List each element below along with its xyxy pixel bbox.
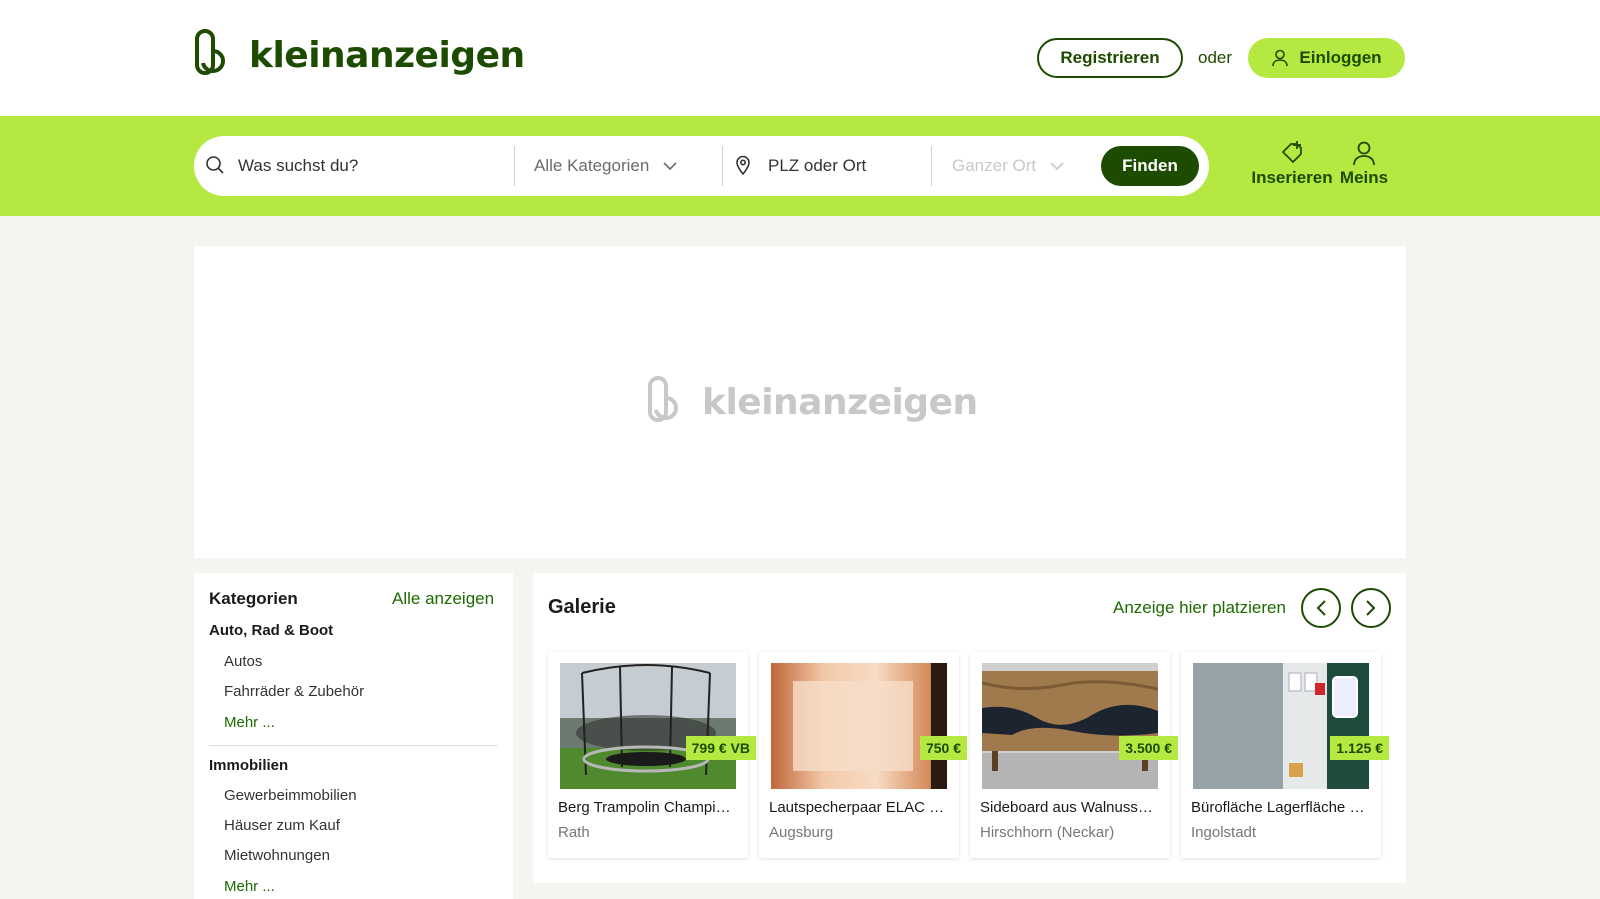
chevron-right-icon	[1366, 600, 1376, 616]
location-input[interactable]	[768, 150, 928, 182]
gallery-card[interactable]: 799 € VB Berg Trampolin Champi… Rath	[548, 652, 756, 858]
register-button[interactable]: Registrieren	[1037, 38, 1183, 78]
listing-location: Rath	[558, 824, 590, 841]
post-ad-button[interactable]: Inserieren	[1234, 140, 1350, 188]
listing-location: Hirschhorn (Neckar)	[980, 824, 1115, 841]
category-item[interactable]: Autos	[224, 653, 262, 670]
gallery-card[interactable]: 750 € Lautspecherpaar ELAC … Augsburg	[759, 652, 967, 858]
search-input[interactable]	[238, 150, 508, 182]
listing-image	[1193, 663, 1369, 789]
post-ad-label: Inserieren	[1251, 168, 1333, 187]
radius-select-value: Ganzer Ort	[952, 156, 1037, 175]
site-header: kleinanzeigen Registrieren oder Einlogge…	[0, 0, 1600, 116]
gallery-title: Galerie	[548, 596, 616, 618]
chevron-down-icon	[1050, 162, 1064, 171]
banner-logo: kleinanzeigen	[646, 376, 978, 428]
listing-price: 799 € VB	[685, 736, 756, 760]
category-select-value: Alle Kategorien	[534, 156, 650, 175]
category-more-link[interactable]: Mehr ...	[224, 878, 275, 895]
banner-logo-text: kleinanzeigen	[702, 381, 978, 423]
listing-location: Augsburg	[769, 824, 834, 841]
find-button[interactable]: Finden	[1101, 146, 1199, 186]
search-divider	[514, 146, 515, 186]
categories-title: Kategorien	[209, 589, 298, 608]
listing-title: Berg Trampolin Champi…	[558, 799, 731, 816]
gallery-next-button[interactable]	[1351, 588, 1391, 628]
mine-label: Meins	[1339, 168, 1389, 187]
category-group-title[interactable]: Auto, Rad & Boot	[209, 622, 333, 639]
or-label: oder	[1198, 48, 1233, 67]
search-divider	[722, 146, 723, 186]
listing-title: Bürofläche Lagerfläche …	[1191, 799, 1365, 816]
category-item[interactable]: Häuser zum Kauf	[224, 817, 340, 834]
chevron-left-icon	[1316, 600, 1326, 616]
listing-price: 3.500 €	[1119, 736, 1178, 760]
site-logo[interactable]: kleinanzeigen	[193, 28, 525, 82]
listing-image	[560, 663, 736, 789]
show-all-categories-link[interactable]: Alle anzeigen	[392, 589, 494, 609]
search-icon	[206, 156, 224, 174]
listing-image	[771, 663, 947, 789]
radius-select[interactable]: Ganzer Ort	[952, 156, 1064, 176]
category-group-title[interactable]: Immobilien	[209, 757, 288, 774]
listing-price: 750 €	[919, 736, 967, 760]
place-ad-link[interactable]: Anzeige hier platzieren	[1113, 598, 1286, 618]
location-pin-icon	[736, 155, 750, 175]
logo-mark-icon	[195, 29, 225, 75]
search-divider	[931, 146, 932, 186]
category-item[interactable]: Fahrräder & Zubehör	[224, 683, 364, 700]
gallery-prev-button[interactable]	[1301, 588, 1341, 628]
listing-image	[982, 663, 1158, 789]
mine-button[interactable]: Meins	[1334, 140, 1394, 188]
login-label: Einloggen	[1299, 48, 1382, 67]
gallery-card[interactable]: 3.500 € Sideboard aus Walnuss… Hirschhor…	[970, 652, 1178, 858]
category-more-link[interactable]: Mehr ...	[224, 714, 275, 731]
user-icon	[1353, 141, 1375, 166]
logo-mark-icon	[648, 376, 678, 422]
listing-title: Lautspecherpaar ELAC …	[769, 799, 945, 816]
chevron-down-icon	[663, 162, 677, 171]
login-button[interactable]: Einloggen	[1248, 38, 1405, 78]
category-divider	[209, 745, 498, 746]
user-icon	[1272, 49, 1289, 67]
listing-title: Sideboard aus Walnuss…	[980, 799, 1153, 816]
category-item[interactable]: Gewerbeimmobilien	[224, 787, 357, 804]
category-select[interactable]: Alle Kategorien	[534, 156, 677, 176]
tag-plus-icon	[1282, 141, 1302, 163]
logo-text: kleinanzeigen	[249, 34, 525, 76]
listing-price: 1.125 €	[1330, 736, 1389, 760]
category-item[interactable]: Mietwohnungen	[224, 847, 330, 864]
listing-location: Ingolstadt	[1191, 824, 1257, 841]
gallery-card[interactable]: 1.125 € Bürofläche Lagerfläche … Ingolst…	[1181, 652, 1389, 858]
